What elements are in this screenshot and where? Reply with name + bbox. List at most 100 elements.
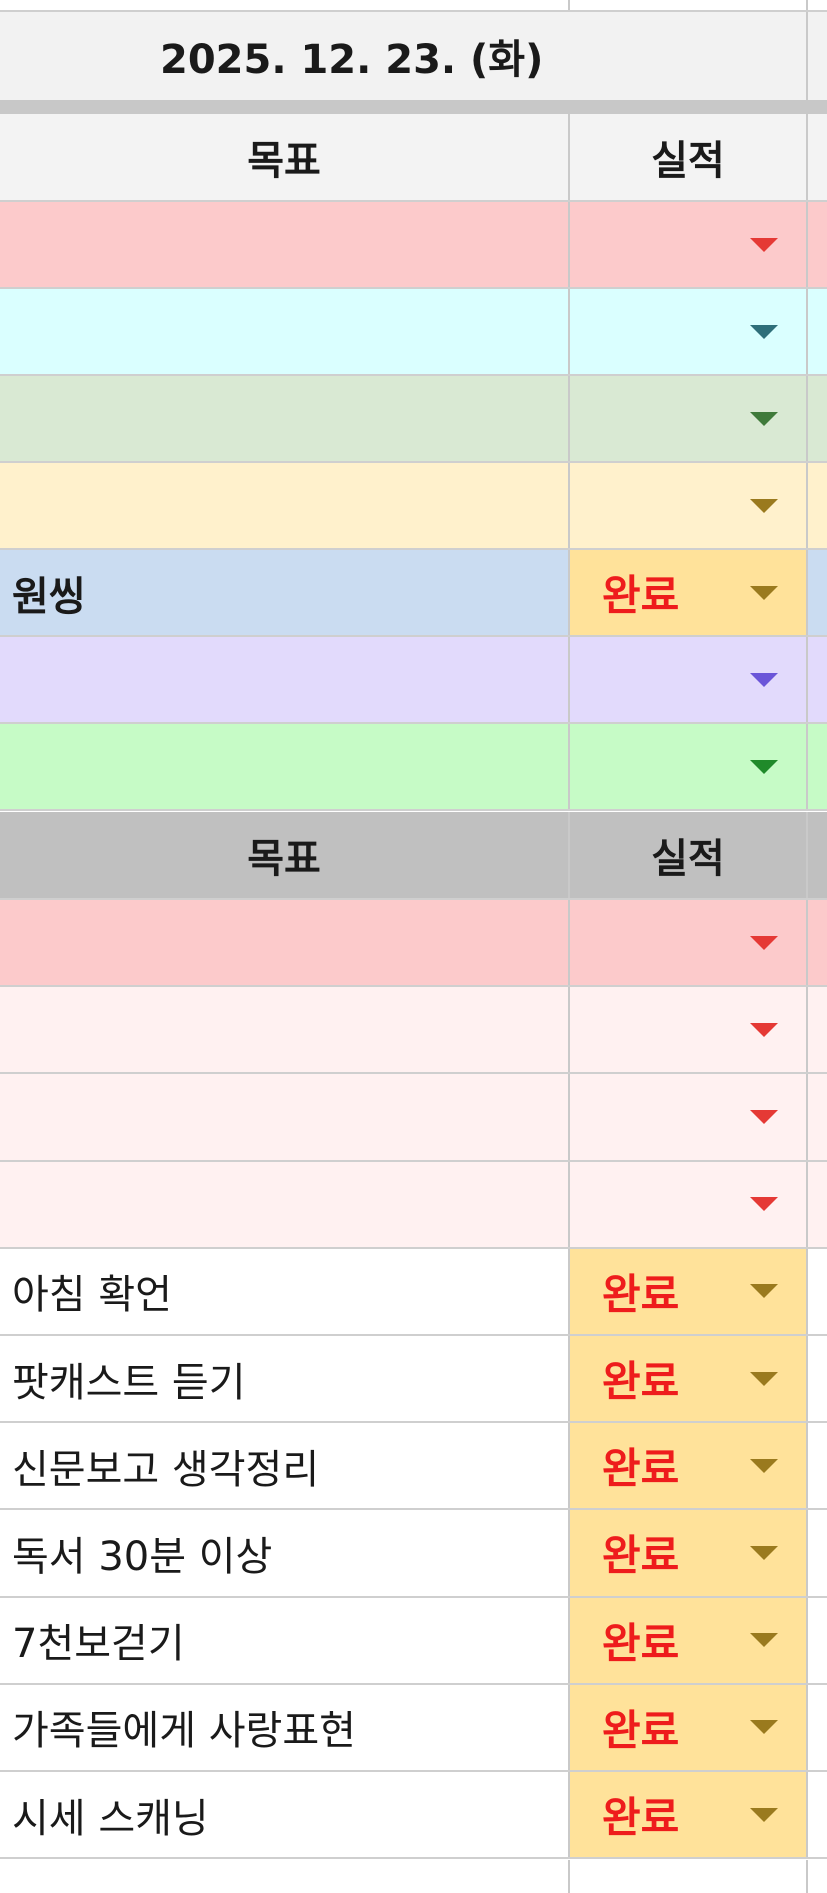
adjacent-cell[interactable] [808, 550, 827, 635]
goal-cell[interactable] [0, 987, 570, 1073]
goal-cell[interactable]: 독서 30분 이상 [0, 1510, 570, 1596]
header-result-cell[interactable]: 실적 [570, 114, 808, 200]
goal-text: 독서 30분 이상 [12, 1533, 273, 1580]
goal-cell[interactable]: 가족들에게 사랑표현 [0, 1684, 570, 1770]
goal-cell[interactable]: 아침 확언 [0, 1248, 570, 1334]
adjacent-cell[interactable] [808, 987, 827, 1073]
goal-cell[interactable]: 원씽 [0, 550, 570, 635]
result-dropdown[interactable] [570, 376, 808, 461]
adjacent-cell[interactable] [808, 724, 827, 809]
goal-text: 아침 확언 [12, 1272, 172, 1319]
result-dropdown[interactable] [570, 202, 808, 287]
adjacent-cell[interactable] [808, 1248, 827, 1334]
chevron-down-icon[interactable] [750, 1109, 778, 1124]
bottom-goal-cell[interactable] [0, 1860, 570, 1893]
status-badge: 완료 [602, 1705, 680, 1755]
header-row-2: 목표 실적 [0, 812, 827, 900]
chevron-down-icon[interactable] [750, 498, 778, 513]
result-dropdown[interactable] [570, 987, 808, 1073]
result-dropdown[interactable]: 완료 [570, 1510, 808, 1596]
chevron-down-icon[interactable] [750, 585, 778, 600]
goal-cell[interactable] [0, 724, 570, 809]
adjacent-cell[interactable] [808, 202, 827, 287]
goal-cell[interactable] [0, 637, 570, 722]
chevron-down-icon[interactable] [750, 672, 778, 687]
result-dropdown[interactable]: 완료 [570, 1772, 808, 1858]
goal-cell[interactable]: 7천보걷기 [0, 1597, 570, 1683]
chevron-down-icon[interactable] [750, 1807, 778, 1822]
chevron-down-icon[interactable] [750, 411, 778, 426]
table-row [0, 900, 827, 988]
adjacent-cell[interactable] [808, 1597, 827, 1683]
adjacent-cell[interactable] [808, 1336, 827, 1422]
adjacent-cell[interactable] [808, 900, 827, 986]
goal-cell[interactable] [0, 1074, 570, 1160]
result-dropdown[interactable]: 완료 [570, 1248, 808, 1334]
result-dropdown[interactable] [570, 1161, 808, 1247]
result-dropdown[interactable] [570, 1074, 808, 1160]
result-dropdown[interactable]: 완료 [570, 550, 808, 635]
adjacent-cell[interactable] [808, 376, 827, 461]
chevron-down-icon[interactable] [750, 1284, 778, 1299]
adjacent-cell[interactable] [808, 1684, 827, 1770]
table-row [0, 463, 827, 550]
goal-cell[interactable] [0, 900, 570, 986]
result-dropdown[interactable] [570, 900, 808, 986]
chevron-down-icon[interactable] [750, 1545, 778, 1560]
table-row [0, 289, 827, 376]
status-badge: 완료 [602, 571, 680, 620]
chevron-down-icon[interactable] [750, 935, 778, 950]
goal-text: 신문보고 생각정리 [12, 1446, 320, 1493]
adjacent-cell[interactable] [808, 1772, 827, 1858]
adjacent-cell[interactable] [808, 1161, 827, 1247]
goal-cell[interactable]: 시세 스캐닝 [0, 1772, 570, 1858]
header-goal-cell[interactable]: 목표 [0, 114, 570, 200]
result-dropdown[interactable]: 완료 [570, 1597, 808, 1683]
bottom-result-cell[interactable] [570, 1860, 808, 1893]
goal-cell[interactable] [0, 289, 570, 374]
result-dropdown[interactable] [570, 724, 808, 809]
chevron-down-icon[interactable] [750, 1633, 778, 1648]
goal-cell[interactable] [0, 202, 570, 287]
adjacent-cell[interactable] [808, 1423, 827, 1509]
date-cell[interactable]: 2025. 12. 23. (화) [0, 12, 808, 100]
result-dropdown[interactable] [570, 637, 808, 722]
chevron-down-icon[interactable] [750, 759, 778, 774]
goal-cell[interactable] [0, 376, 570, 461]
adjacent-cell[interactable] [808, 637, 827, 722]
result-dropdown[interactable]: 완료 [570, 1423, 808, 1509]
result-dropdown[interactable]: 완료 [570, 1336, 808, 1422]
goal-text: 가족들에게 사랑표현 [12, 1708, 356, 1755]
goal-cell[interactable] [0, 463, 570, 548]
goal-cell[interactable]: 팟캐스트 듣기 [0, 1336, 570, 1422]
result-dropdown[interactable] [570, 289, 808, 374]
adjacent-cell[interactable] [808, 463, 827, 548]
goal-cell[interactable] [0, 1161, 570, 1247]
top-goal-cell[interactable] [0, 0, 570, 10]
chevron-down-icon[interactable] [750, 324, 778, 339]
header-result-cell-2[interactable]: 실적 [570, 812, 808, 898]
chevron-down-icon[interactable] [750, 1720, 778, 1735]
chevron-down-icon[interactable] [750, 1371, 778, 1386]
table-row: 7천보걷기 완료 [0, 1597, 827, 1685]
table-row: 독서 30분 이상 완료 [0, 1510, 827, 1598]
goal-text: 팟캐스트 듣기 [12, 1359, 246, 1406]
table-row: 팟캐스트 듣기 완료 [0, 1336, 827, 1424]
adjacent-cell[interactable] [808, 1074, 827, 1160]
goal-cell[interactable]: 신문보고 생각정리 [0, 1423, 570, 1509]
table-row: 가족들에게 사랑표현 완료 [0, 1684, 827, 1772]
adjacent-cell[interactable] [808, 289, 827, 374]
table-row [0, 724, 827, 811]
status-badge: 완료 [602, 1531, 680, 1581]
adjacent-cell[interactable] [808, 1510, 827, 1596]
chevron-down-icon[interactable] [750, 1458, 778, 1473]
chevron-down-icon[interactable] [750, 237, 778, 252]
result-dropdown[interactable] [570, 463, 808, 548]
table-row: 아침 확언 완료 [0, 1248, 827, 1336]
top-result-cell[interactable] [570, 0, 808, 10]
header-goal-cell-2[interactable]: 목표 [0, 812, 570, 898]
chevron-down-icon[interactable] [750, 1197, 778, 1212]
header-row-1: 목표 실적 [0, 114, 827, 202]
chevron-down-icon[interactable] [750, 1022, 778, 1037]
result-dropdown[interactable]: 완료 [570, 1684, 808, 1770]
